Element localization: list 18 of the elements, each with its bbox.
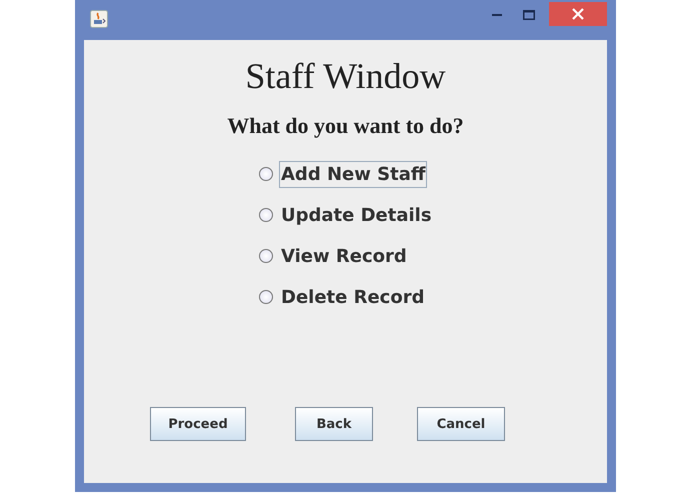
radio-button[interactable] [259, 167, 273, 181]
maximize-icon [523, 10, 535, 20]
radio-button[interactable] [259, 249, 273, 263]
minimize-icon [492, 14, 502, 16]
option-label[interactable]: Delete Record [279, 284, 426, 310]
action-button[interactable]: Cancel [417, 407, 505, 441]
window-title: Staff Window [245, 55, 446, 97]
question-text: What do you want to do? [227, 113, 464, 139]
radio-button[interactable] [259, 290, 273, 304]
close-icon [572, 8, 584, 20]
action-button[interactable]: Back [295, 407, 373, 441]
action-button[interactable]: Proceed [150, 407, 246, 441]
option-label[interactable]: Update Details [279, 202, 434, 228]
close-button[interactable] [549, 2, 607, 26]
option-label[interactable]: Add New Staff [279, 160, 428, 188]
radio-button[interactable] [259, 208, 273, 222]
option-label[interactable]: View Record [279, 242, 409, 270]
app-icon [90, 10, 108, 28]
